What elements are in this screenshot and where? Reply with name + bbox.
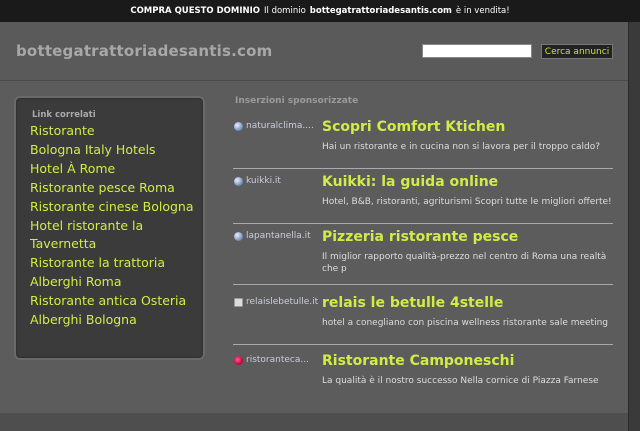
sponsored-listing[interactable]: kuikki.it Kuikki: la guida online Hotel,… [233, 171, 613, 224]
listing-description: Hotel, B&B, ristoranti, agriturismi Scop… [322, 197, 612, 207]
related-link[interactable]: Ristorante [30, 122, 198, 140]
page-icon [234, 298, 243, 307]
search-input[interactable] [422, 44, 532, 58]
listing-domain[interactable]: kuikki.it [246, 176, 324, 186]
page-header: bottegatrattoriadesantis.com Cerca annun… [0, 22, 629, 81]
related-link[interactable]: Ristorante antica Osteria [30, 292, 198, 310]
sponsored-listing[interactable]: relaislebetulle.it relais le betulle 4st… [233, 292, 613, 345]
listing-headline[interactable]: Pizzeria ristorante pesce [322, 229, 518, 245]
buy-domain-link[interactable]: COMPRA QUESTO DOMINIO [130, 6, 260, 16]
site-title[interactable]: bottegatrattoriadesantis.com [16, 42, 272, 60]
listing-headline[interactable]: Scopri Comfort Ktichen [322, 119, 505, 135]
related-link[interactable]: Bologna Italy Hotels [30, 141, 198, 159]
related-link[interactable]: Hotel À Rome [30, 160, 198, 178]
listing-description: La qualità è il nostro successo Nella co… [322, 376, 599, 386]
related-links-list: Ristorante Bologna Italy Hotels Hotel À … [30, 122, 198, 330]
listing-headline[interactable]: Kuikki: la guida online [322, 174, 498, 190]
listing-description: Hai un ristorante e in cucina non si lav… [322, 142, 601, 152]
listing-headline[interactable]: Ristorante Camponeschi [322, 353, 514, 369]
listing-domain[interactable]: relaislebetulle.it [246, 297, 324, 307]
page-footer-strip [0, 413, 629, 431]
banner-text-after: è in vendita! [455, 6, 510, 16]
sponsored-listing[interactable]: naturalclima.... Scopri Comfort Ktichen … [233, 116, 613, 169]
search-button[interactable]: Cerca annunci [541, 44, 613, 59]
banner-domain: bottegatrattoriadesantis.com [309, 6, 452, 16]
banner-text-before: Il dominio [264, 6, 306, 16]
sponsored-listing[interactable]: lapantanella.it Pizzeria ristorante pesc… [233, 226, 613, 285]
related-links-title: Link correlati [32, 110, 96, 120]
globe-icon [234, 122, 243, 131]
related-link[interactable]: Ristorante cinese Bologna [30, 198, 198, 216]
globe-icon [234, 232, 243, 241]
globe-icon [234, 177, 243, 186]
related-links-box: Link correlati Ristorante Bologna Italy … [14, 96, 205, 360]
listing-description: hotel a conegliano con piscina wellness … [322, 318, 609, 328]
vertical-scrollbar[interactable] [628, 22, 640, 431]
listing-headline[interactable]: relais le betulle 4stelle [322, 295, 503, 311]
sponsored-title: Inserzioni sponsorizzate [235, 96, 359, 106]
domain-sale-banner: COMPRA QUESTO DOMINIO Il dominio bottega… [0, 0, 640, 22]
listing-domain[interactable]: ristoranteca... [246, 355, 324, 365]
related-link[interactable]: Alberghi Bologna [30, 311, 198, 329]
related-link[interactable]: Hotel ristorante la Tavernetta [30, 217, 198, 253]
listing-domain[interactable]: naturalclima.... [246, 121, 324, 131]
listing-domain[interactable]: lapantanella.it [246, 231, 324, 241]
related-link[interactable]: Ristorante la trattoria [30, 254, 198, 272]
related-link[interactable]: Alberghi Roma [30, 273, 198, 291]
sponsored-listing[interactable]: ristoranteca... Ristorante Camponeschi L… [233, 350, 613, 402]
listing-description: Il miglior rapporto qualità-prezzo nel c… [322, 252, 607, 274]
site-logo-icon [234, 356, 243, 365]
related-link[interactable]: Ristorante pesce Roma [30, 179, 198, 197]
